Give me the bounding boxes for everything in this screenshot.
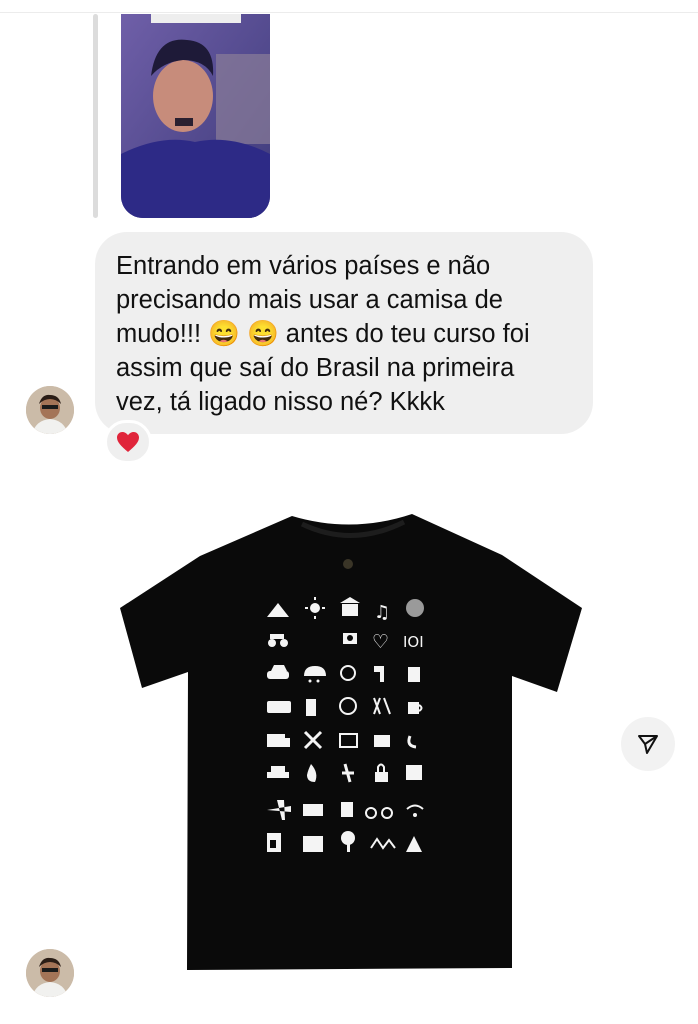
share-button[interactable] — [621, 717, 675, 771]
message-text: Entrando em vários países e não precisan… — [116, 252, 530, 416]
share-send-icon — [638, 735, 658, 754]
user-avatar-icon[interactable] — [26, 386, 74, 434]
svg-text:IOI: IOI — [403, 633, 424, 651]
top-divider — [0, 12, 698, 13]
heart-reaction[interactable] — [104, 420, 152, 464]
story-reply-indicator — [93, 14, 98, 218]
svg-text:♡: ♡ — [372, 631, 389, 653]
user-avatar-icon[interactable] — [26, 949, 74, 997]
message-bubble[interactable]: Entrando em vários países e não precisan… — [95, 232, 593, 434]
heart-icon — [117, 432, 139, 452]
story-reply-thumbnail[interactable] — [121, 14, 270, 218]
svg-text:♫: ♫ — [374, 602, 390, 623]
tshirt-photo[interactable]: ♫ ♡ IOI — [112, 500, 592, 980]
